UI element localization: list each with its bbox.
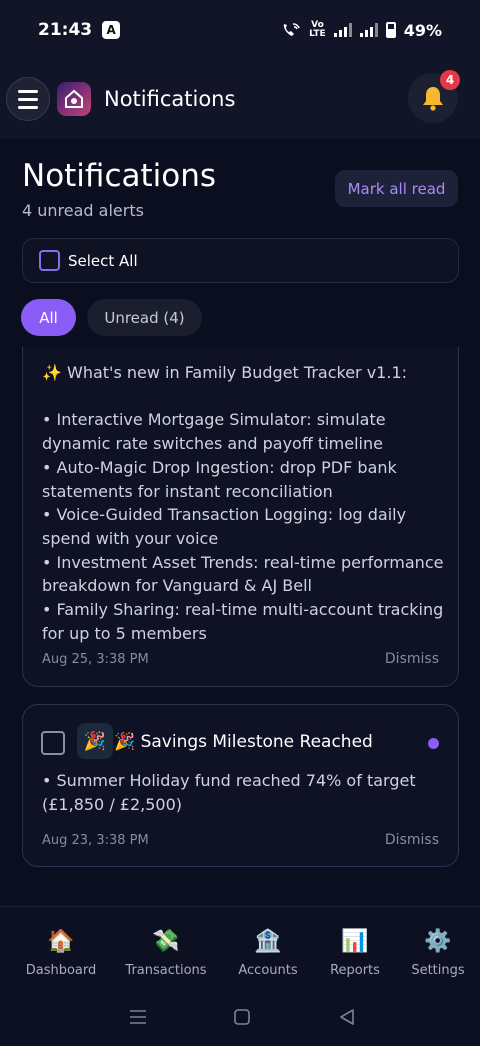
home-icon[interactable] xyxy=(233,1008,251,1026)
volte-indicator: Vo LTE xyxy=(309,20,326,39)
bell-icon xyxy=(423,87,443,111)
status-time: 21:43 xyxy=(38,20,93,40)
system-navigation-bar xyxy=(0,992,480,1046)
notification-body: ✨ What's new in Family Budget Tracker v1… xyxy=(42,361,447,645)
nav-label: Settings xyxy=(411,963,465,978)
notifications-list[interactable]: ✨ What's new in Family Budget Tracker v1… xyxy=(0,347,480,905)
battery-icon xyxy=(385,22,396,38)
nav-label: Transactions xyxy=(125,963,207,978)
filter-unread-tab[interactable]: Unread (4) xyxy=(87,299,202,336)
nav-label: Reports xyxy=(330,963,380,978)
unread-dot-indicator xyxy=(428,738,439,749)
money-wings-icon: 💸 xyxy=(152,929,180,954)
nav-item-transactions[interactable]: 💸 Transactions xyxy=(125,927,206,978)
notification-line xyxy=(42,385,447,409)
app-logo-icon xyxy=(57,82,91,116)
notification-count-badge: 4 xyxy=(440,70,460,90)
battery-percent: 49% xyxy=(403,20,442,40)
nav-item-dashboard[interactable]: 🏠 Dashboard xyxy=(26,927,97,978)
select-all-row[interactable]: Select All xyxy=(22,238,459,283)
notifications-bell-button[interactable]: 4 xyxy=(408,70,460,123)
back-icon[interactable] xyxy=(338,1008,356,1026)
nav-label: Dashboard xyxy=(25,963,97,978)
nav-item-accounts[interactable]: 🏦 Accounts xyxy=(238,927,297,978)
mark-all-read-button[interactable]: Mark all read xyxy=(335,170,458,207)
status-bar: 21:43 A Vo LTE 49% xyxy=(0,0,480,60)
signal-icon xyxy=(333,23,352,37)
header-title: Notifications xyxy=(104,87,236,111)
signal-icon-2 xyxy=(359,23,378,37)
filter-all-tab[interactable]: All xyxy=(21,299,76,336)
nav-item-reports[interactable]: 📊 Reports xyxy=(330,927,380,978)
notification-body: • Summer Holiday fund reached 74% of tar… xyxy=(42,771,416,814)
app-header: Notifications 4 xyxy=(0,60,480,138)
notification-card[interactable]: 🎉 🎉 Savings Milestone Reached • Summer H… xyxy=(22,704,459,867)
notification-checkbox[interactable] xyxy=(41,731,65,755)
notification-line: • Auto-Magic Drop Ingestion: drop PDF ba… xyxy=(42,457,397,501)
notification-timestamp: Aug 23, 3:38 PM xyxy=(42,833,149,848)
notification-line: • Family Sharing: real-time multi-accoun… xyxy=(42,600,444,643)
select-all-label: Select All xyxy=(68,251,138,270)
bank-icon: 🏦 xyxy=(254,929,282,954)
notification-line: • Interactive Mortgage Simulator: simula… xyxy=(42,410,386,454)
bar-chart-icon: 📊 xyxy=(341,929,369,954)
wifi-call-icon xyxy=(284,23,300,36)
unread-count-text: 4 unread alerts xyxy=(22,201,144,220)
gear-icon: ⚙️ xyxy=(424,929,452,954)
notification-line: • Voice-Guided Transaction Logging: log … xyxy=(42,505,407,548)
dismiss-button[interactable]: Dismiss xyxy=(385,832,439,848)
notification-title: 🎉 Savings Milestone Reached xyxy=(114,732,373,752)
hamburger-icon xyxy=(18,89,38,93)
notification-card[interactable]: ✨ What's new in Family Budget Tracker v1… xyxy=(22,347,459,687)
notification-app-icon: A xyxy=(102,21,121,39)
notification-line: ✨ What's new in Family Budget Tracker v1… xyxy=(42,363,408,382)
nav-item-settings[interactable]: ⚙️ Settings xyxy=(411,927,464,978)
bottom-navigation: 🏠 Dashboard 💸 Transactions 🏦 Accounts 📊 … xyxy=(0,906,480,992)
notification-timestamp: Aug 25, 3:38 PM xyxy=(42,652,149,667)
dismiss-button[interactable]: Dismiss xyxy=(385,651,439,667)
house-icon: 🏠 xyxy=(47,929,75,954)
menu-button[interactable] xyxy=(6,77,50,121)
select-all-checkbox[interactable] xyxy=(39,250,60,271)
nav-label: Accounts xyxy=(238,963,298,978)
notification-line: • Investment Asset Trends: real-time per… xyxy=(42,552,444,596)
party-popper-icon: 🎉 xyxy=(77,723,113,759)
page-title: Notifications xyxy=(22,158,217,194)
recent-apps-icon[interactable] xyxy=(129,1008,147,1026)
